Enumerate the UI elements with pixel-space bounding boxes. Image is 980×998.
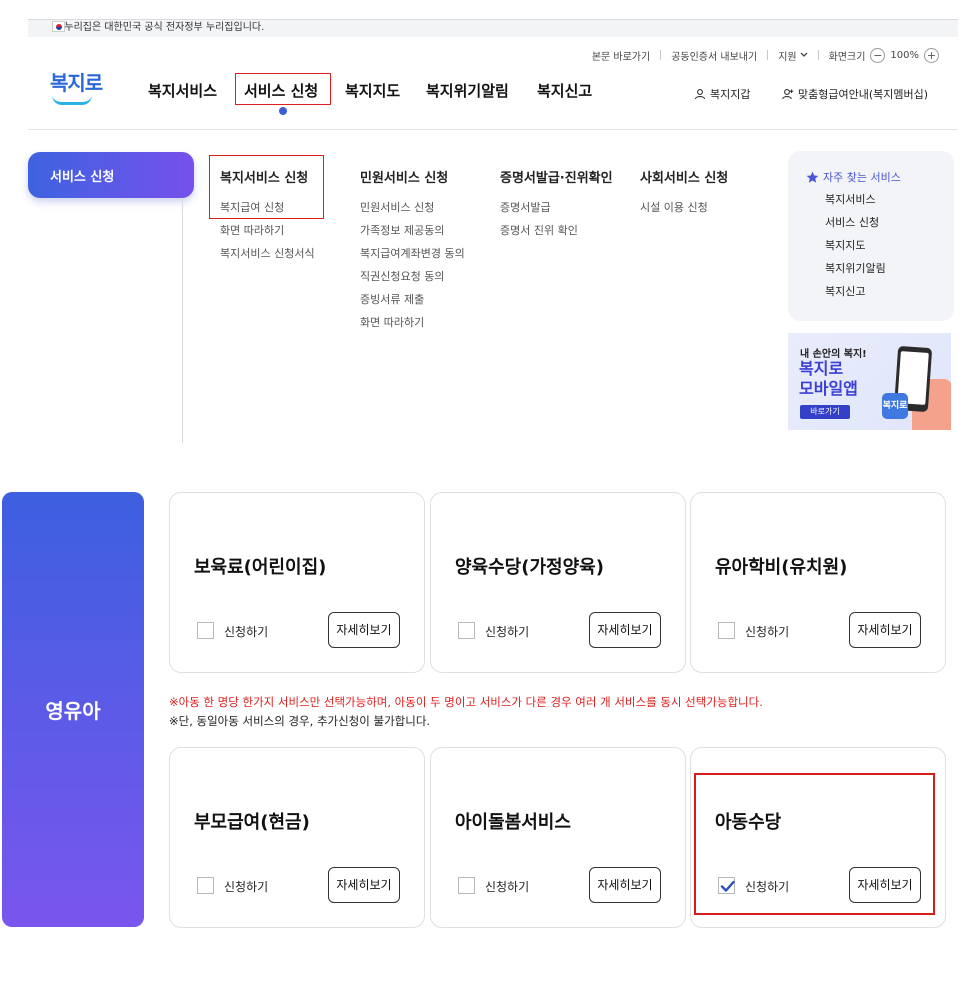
menu-column-title[interactable]: 민원서비스 신청 — [360, 167, 465, 186]
service-title: 유아학비(유치원) — [715, 557, 848, 578]
zoom-level: 100% — [890, 49, 919, 61]
logo-text: 복지로 — [50, 71, 103, 95]
apply-checkbox[interactable] — [718, 622, 735, 639]
font-size-label: 화면크기 — [828, 51, 866, 63]
service-card: 보육료(어린이집) 신청하기 자세히보기 — [169, 492, 425, 673]
detail-button[interactable]: 자세히보기 — [589, 867, 661, 903]
membership-label: 맞춤형급여안내(복지멤버십) — [798, 88, 929, 101]
menu-item[interactable]: 복지서비스 신청서식 — [220, 247, 315, 270]
site-logo[interactable]: 복지로 — [50, 67, 103, 96]
detail-button[interactable]: 자세히보기 — [589, 612, 661, 648]
menu-divider — [182, 198, 183, 443]
selected-card-highlight — [694, 773, 935, 915]
service-title: 양육수당(가정양육) — [455, 557, 604, 578]
service-card: 유아학비(유치원) 신청하기 자세히보기 — [690, 492, 946, 673]
service-card: 양육수당(가정양육) 신청하기 자세히보기 — [430, 492, 686, 673]
gov-banner-text: 이 누리집은 대한민국 공식 전자정부 누리집입니다. — [52, 22, 265, 33]
menu-column-social-services: 사회서비스 신청 시설 이용 신청 — [640, 167, 728, 224]
favorite-item[interactable]: 복지위기알림 — [806, 262, 954, 285]
region-label: 지원 — [778, 51, 797, 63]
gnb-item-welfare-map[interactable]: 복지지도 — [345, 80, 400, 101]
apply-label[interactable]: 신청하기 — [745, 623, 789, 640]
apply-checkbox[interactable] — [458, 622, 475, 639]
menu-item[interactable]: 민원서비스 신청 — [360, 201, 465, 224]
zoom-out-button[interactable]: − — [870, 47, 886, 63]
gnb-item-welfare-services[interactable]: 복지서비스 — [148, 80, 217, 101]
category-panel: 영유아 — [2, 492, 144, 927]
service-card: 아이돌봄서비스 신청하기 자세히보기 — [430, 747, 686, 928]
menu-highlight-box — [209, 155, 324, 219]
selection-warning: ※아동 한 명당 한가지 서비스만 선택가능하며, 아동이 두 명이고 서비스가… — [169, 695, 763, 709]
star-icon — [806, 171, 819, 183]
detail-button[interactable]: 자세히보기 — [328, 612, 400, 648]
service-title: 아이돌봄서비스 — [455, 812, 571, 833]
promo-line1: 내 손안의 복지! — [800, 349, 867, 360]
service-card: 부모급여(현금) 신청하기 자세히보기 — [169, 747, 425, 928]
favorite-item[interactable]: 복지신고 — [806, 285, 954, 308]
menu-column-civil-apply: 민원서비스 신청 민원서비스 신청 가족정보 제공동의 복지급여계좌변경 동의 … — [360, 167, 465, 339]
skip-to-content-link[interactable]: 본문 바로가기 — [592, 48, 650, 63]
service-title: 부모급여(현금) — [194, 812, 310, 833]
menu-item[interactable]: 화면 따라하기 — [220, 224, 315, 247]
detail-button[interactable]: 자세히보기 — [849, 612, 921, 648]
gnb-item-crisis-alert[interactable]: 복지위기알림 — [426, 80, 509, 101]
promo-headline: 복지로 모바일앱 — [799, 359, 858, 399]
chevron-down-icon — [800, 52, 808, 57]
apply-label[interactable]: 신청하기 — [485, 623, 529, 640]
logo-smile-mark — [52, 95, 92, 105]
apply-label[interactable]: 신청하기 — [224, 623, 268, 640]
gnb-active-dot — [279, 107, 287, 115]
header-divider — [28, 129, 958, 130]
apply-checkbox[interactable] — [458, 877, 475, 894]
mobile-app-promo-banner[interactable]: 내 손안의 복지! 복지로 모바일앱 바로가기 복지로 — [788, 333, 951, 430]
wallet-link[interactable]: 복지지갑 — [694, 86, 750, 102]
apply-checkbox[interactable] — [197, 877, 214, 894]
utility-bar: 본문 바로가기 공동인증서 내보내기 지원 화면크기 − 100% + — [592, 46, 944, 64]
menu-item[interactable]: 화면 따라하기 — [360, 316, 465, 339]
selection-info: ※단, 동일아동 서비스의 경우, 추가신청이 불가합니다. — [169, 714, 431, 728]
gnb-active-highlight — [235, 73, 331, 105]
menu-item[interactable]: 복지급여계좌변경 동의 — [360, 247, 465, 270]
menu-item[interactable]: 증빙서류 제출 — [360, 293, 465, 316]
favorite-item[interactable]: 복지서비스 — [806, 193, 954, 216]
menu-item[interactable]: 증명서 진위 확인 — [500, 224, 613, 247]
menu-item[interactable]: 가족정보 제공동의 — [360, 224, 465, 247]
promo-line2: 복지로 — [799, 359, 844, 378]
korea-flag-icon — [52, 21, 65, 32]
region-select[interactable]: 지원 — [778, 48, 808, 63]
favorites-panel: 자주 찾는 서비스 복지서비스 서비스 신청 복지지도 복지위기알림 복지신고 — [788, 151, 954, 321]
menu-section-pill: 서비스 신청 — [28, 152, 194, 198]
menu-column-title[interactable]: 사회서비스 신청 — [640, 167, 728, 186]
service-title: 보육료(어린이집) — [194, 557, 327, 578]
gov-banner: 이 누리집은 대한민국 공식 전자정부 누리집입니다. — [28, 19, 958, 37]
menu-item[interactable]: 직권신청요청 동의 — [360, 270, 465, 293]
app-icon: 복지로 — [882, 393, 908, 419]
zoom-in-button[interactable]: + — [924, 47, 939, 63]
favorite-item[interactable]: 복지지도 — [806, 239, 954, 262]
person-icon — [694, 89, 706, 100]
category-label: 영유아 — [45, 699, 101, 723]
gnb-item-welfare-report[interactable]: 복지신고 — [537, 80, 592, 101]
promo-go-button[interactable]: 바로가기 — [800, 405, 850, 419]
export-cert-link[interactable]: 공동인증서 내보내기 — [671, 48, 757, 63]
person-plus-icon — [782, 89, 794, 100]
detail-button[interactable]: 자세히보기 — [328, 867, 400, 903]
wallet-label: 복지지갑 — [710, 88, 751, 101]
menu-item[interactable]: 증명서발급 — [500, 201, 613, 224]
apply-label[interactable]: 신청하기 — [224, 878, 268, 895]
apply-checkbox[interactable] — [197, 622, 214, 639]
divider — [660, 50, 662, 60]
favorites-title: 자주 찾는 서비스 — [806, 169, 954, 185]
menu-item[interactable]: 시설 이용 신청 — [640, 201, 728, 224]
menu-column-title[interactable]: 증명서발급·진위확인 — [500, 167, 613, 186]
menu-column-certificates: 증명서발급·진위확인 증명서발급 증명서 진위 확인 — [500, 167, 613, 247]
menu-section-label: 서비스 신청 — [50, 170, 115, 185]
promo-line3: 모바일앱 — [799, 379, 858, 398]
membership-link[interactable]: 맞춤형급여안내(복지멤버십) — [782, 86, 928, 102]
divider — [767, 50, 769, 60]
favorites-title-text: 자주 찾는 서비스 — [823, 171, 901, 184]
favorite-item[interactable]: 서비스 신청 — [806, 216, 954, 239]
divider — [817, 50, 819, 60]
apply-label[interactable]: 신청하기 — [485, 878, 529, 895]
